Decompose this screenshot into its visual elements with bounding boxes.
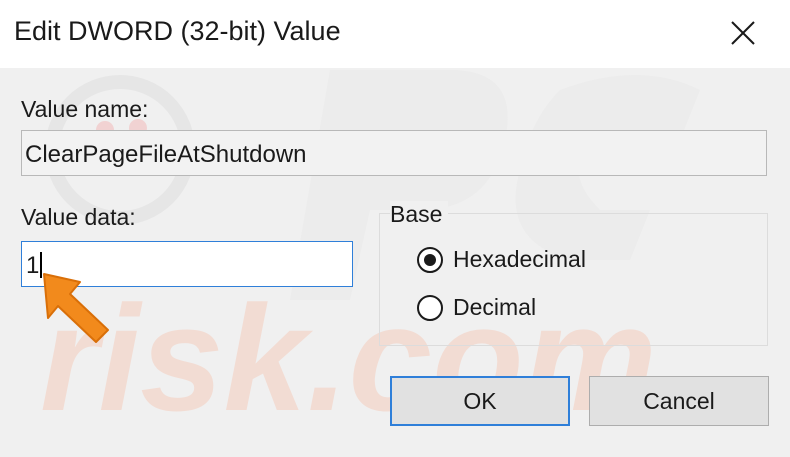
radio-button-unchecked[interactable] xyxy=(417,294,443,321)
base-legend: Base xyxy=(390,201,449,228)
radio-decimal-label: Decimal xyxy=(453,294,537,320)
title-bar: Edit DWORD (32-bit) Value xyxy=(0,0,790,68)
value-data-input[interactable]: 1 xyxy=(21,241,353,287)
text-caret xyxy=(40,252,43,278)
radio-decimal[interactable]: Decimal xyxy=(417,294,536,321)
dialog-title: Edit DWORD (32-bit) Value xyxy=(14,16,341,46)
radio-button-checked[interactable] xyxy=(417,246,443,273)
close-x-icon xyxy=(731,21,755,45)
cancel-button[interactable]: Cancel xyxy=(589,376,769,426)
radio-hexadecimal-label: Hexadecimal xyxy=(453,246,586,272)
value-name-text: ClearPageFileAtShutdown xyxy=(25,141,307,168)
value-data-text: 1 xyxy=(26,252,40,279)
value-data-label: Value data: xyxy=(21,204,136,230)
edit-dword-dialog: risk.com Edit DWORD (32-bit) Value Value… xyxy=(0,0,790,457)
value-name-field[interactable]: ClearPageFileAtShutdown xyxy=(21,130,767,176)
ok-button[interactable]: OK xyxy=(390,376,570,426)
value-name-label: Value name: xyxy=(21,96,149,122)
close-button[interactable] xyxy=(694,0,790,68)
base-group-box xyxy=(379,213,768,346)
radio-hexadecimal[interactable]: Hexadecimal xyxy=(417,246,586,273)
